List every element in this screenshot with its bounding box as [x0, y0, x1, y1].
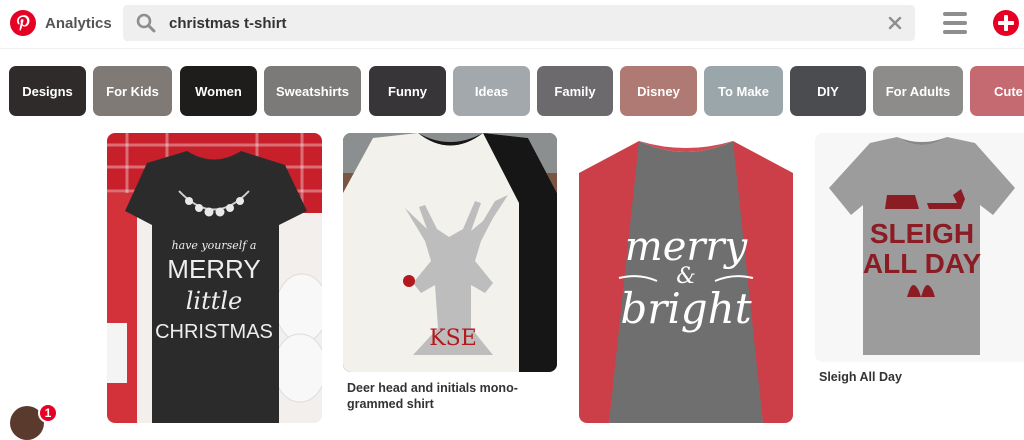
chip-label: For Kids	[106, 83, 159, 99]
top-bar: Analytics	[0, 0, 1024, 49]
chip-label: DIY	[817, 83, 839, 99]
notification-badge[interactable]: 1	[38, 403, 58, 423]
search-bar[interactable]	[123, 5, 915, 41]
chip-disney[interactable]: Disney	[620, 66, 697, 116]
search-input[interactable]	[169, 5, 869, 41]
chip-label: Designs	[22, 83, 73, 99]
chip-label: Women	[195, 83, 242, 99]
chip-for-kids[interactable]: For Kids	[93, 66, 172, 116]
chip-label: Disney	[637, 83, 680, 99]
chip-for-adults[interactable]: For Adults	[873, 66, 963, 116]
chip-ideas[interactable]: Ideas	[453, 66, 530, 116]
pin-image: have yourself a MERRY little CHRISTMAS	[107, 133, 322, 423]
chip-label: Sweatshirts	[276, 83, 349, 99]
pin-image: KSE	[343, 133, 557, 372]
chip-to-make[interactable]: To Make	[704, 66, 783, 116]
pinterest-logo-icon[interactable]	[10, 10, 36, 36]
chip-diy[interactable]: DIY	[790, 66, 866, 116]
caption-line: grammed shirt	[347, 397, 434, 411]
pin-image: merry & bright	[579, 141, 793, 423]
close-icon[interactable]	[887, 15, 903, 31]
shirt-text: MERRY	[167, 254, 260, 284]
pin-card[interactable]: KSE	[343, 133, 557, 372]
plus-circle-icon[interactable]	[993, 10, 1019, 36]
guided-search-chips: Designs For Kids Women Sweatshirts Funny…	[0, 66, 1024, 116]
shirt-text: bright	[620, 284, 751, 333]
shirt-text: little	[186, 287, 243, 315]
chip-family[interactable]: Family	[537, 66, 613, 116]
pin-caption: Sleigh All Day	[819, 370, 902, 384]
chip-funny[interactable]: Funny	[369, 66, 446, 116]
shirt-text: ALL DAY	[863, 248, 982, 279]
chip-sweatshirts[interactable]: Sweatshirts	[264, 66, 361, 116]
chip-label: To Make	[717, 83, 770, 99]
chip-label: Ideas	[474, 83, 509, 99]
shirt-text: SLEIGH	[870, 218, 974, 249]
chip-cute[interactable]: Cute	[970, 66, 1024, 116]
chip-label: Family	[554, 83, 596, 99]
chip-label: Cute	[994, 83, 1023, 99]
pin-image: SLEIGH ALL DAY	[815, 133, 1024, 362]
pin-card[interactable]: merry & bright	[579, 133, 793, 423]
chip-designs[interactable]: Designs	[9, 66, 86, 116]
shirt-text: CHRISTMAS	[155, 321, 273, 343]
caption-line: Deer head and initials mono-	[347, 381, 518, 395]
shirt-text: have yourself a	[172, 239, 257, 252]
search-icon	[136, 13, 156, 33]
pin-caption: Deer head and initials mono- grammed shi…	[347, 380, 547, 412]
pin-card[interactable]: have yourself a MERRY little CHRISTMAS	[107, 133, 322, 423]
chip-women[interactable]: Women	[180, 66, 257, 116]
svg-text:KSE: KSE	[429, 326, 477, 351]
pin-card[interactable]: SLEIGH ALL DAY	[815, 133, 1024, 362]
chip-label: Funny	[388, 83, 427, 99]
hamburger-menu-icon[interactable]	[943, 12, 967, 34]
analytics-link[interactable]: Analytics	[45, 15, 112, 32]
chip-label: For Adults	[885, 83, 951, 99]
